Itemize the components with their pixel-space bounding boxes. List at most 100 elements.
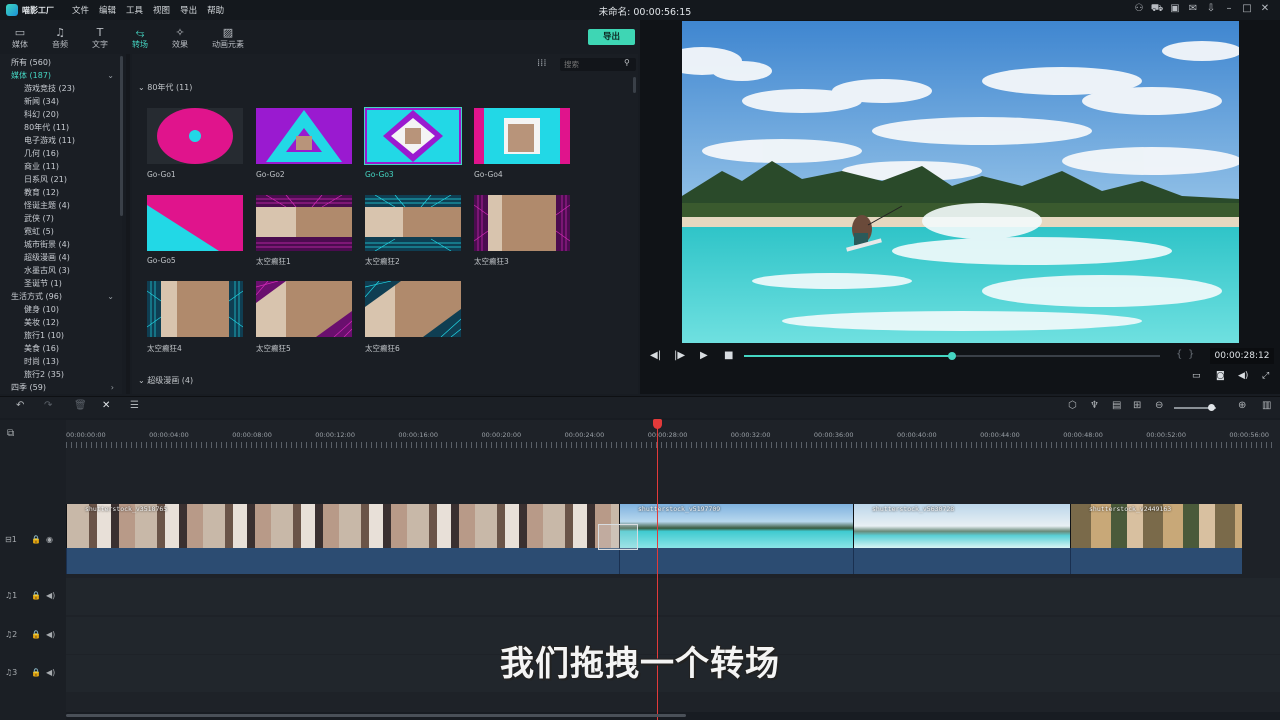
category-item[interactable]: 教育 (12) (0, 186, 122, 199)
grid-view-icon[interactable]: ⁞⁞⁞ (537, 58, 547, 69)
timeline-grid-icon[interactable]: ▥ (1262, 400, 1271, 411)
section-header-80s[interactable]: ⌄ 80年代 (11) (138, 82, 192, 93)
video-preview[interactable] (682, 21, 1239, 343)
video-clip[interactable]: shutterstock_v5197709 (619, 504, 853, 548)
category-item[interactable]: 80年代 (11) (0, 121, 122, 134)
zoom-handle[interactable] (1208, 404, 1215, 411)
microphone-icon[interactable]: ♆ (1090, 400, 1099, 411)
category-item[interactable]: 商业 (11) (0, 160, 122, 173)
category-item[interactable]: 旅行1 (10) (0, 329, 122, 342)
category-scrollbar[interactable] (120, 56, 123, 216)
transition-thumb-space4[interactable] (147, 281, 243, 337)
category-item[interactable]: 圣诞节 (1) (0, 277, 122, 290)
category-item[interactable]: 霓虹 (5) (0, 225, 122, 238)
mixer-icon[interactable]: ▤ (1112, 400, 1121, 411)
category-item[interactable]: 怪诞主题 (4) (0, 199, 122, 212)
category-item[interactable]: 美妆 (12) (0, 316, 122, 329)
tab-elements[interactable]: ▨ 动画元素 (200, 22, 256, 50)
category-item[interactable]: 武侠 (7) (0, 212, 122, 225)
category-item[interactable]: 健身 (10) (0, 303, 122, 316)
clip-audio-strip[interactable] (1070, 548, 1242, 574)
export-button[interactable]: 导出 (588, 29, 635, 45)
menu-tools[interactable]: 工具 (126, 4, 143, 16)
transition-thumb-gogo4[interactable] (474, 108, 570, 164)
lock-icon[interactable]: 🔒 (31, 591, 41, 600)
category-item[interactable]: 所有 (560) (0, 56, 122, 69)
add-track-icon[interactable]: ⧉ (7, 428, 14, 439)
video-clip[interactable]: shutterstock_v3518765 (66, 504, 619, 548)
category-item[interactable]: 电子游戏 (11) (0, 134, 122, 147)
close-icon[interactable]: ✕ (1256, 3, 1274, 16)
search-input[interactable] (560, 58, 624, 71)
category-item[interactable]: 游戏竞技 (23) (0, 82, 122, 95)
menu-file[interactable]: 文件 (72, 4, 89, 16)
category-item[interactable]: 超级漫画 (4) (0, 251, 122, 264)
category-item[interactable]: 媒体 (187) ⌄ (0, 69, 122, 82)
transition-thumb-space6[interactable] (365, 281, 461, 337)
playhead-handle[interactable] (653, 419, 662, 429)
minimize-icon[interactable]: – (1220, 3, 1238, 16)
tab-text[interactable]: T 文字 (80, 22, 120, 50)
redo-icon[interactable]: ↷ (44, 400, 52, 411)
category-item[interactable]: 日系风 (21) (0, 173, 122, 186)
transition-thumb-space5[interactable] (256, 281, 352, 337)
chevron-down-icon[interactable]: ⌄ (107, 69, 114, 82)
eye-icon[interactable]: ◉ (46, 535, 53, 544)
menu-view[interactable]: 视图 (153, 4, 170, 16)
stop-icon[interactable]: ■ (724, 350, 733, 361)
marker-icon[interactable]: ⬡ (1068, 400, 1077, 411)
maximize-icon[interactable]: □ (1238, 3, 1256, 16)
clip-audio-strip[interactable] (619, 548, 853, 574)
section-header-comic[interactable]: ⌄ 超级漫画 (4) (138, 375, 193, 386)
video-clip[interactable]: shutterstock_v2449163 (1070, 504, 1242, 548)
tab-audio[interactable]: ♫ 音频 (40, 22, 80, 50)
cut-icon[interactable]: ✕ (102, 400, 110, 411)
category-item[interactable]: 生活方式 (96) ⌄ (0, 290, 122, 303)
render-preview-icon[interactable]: ▭ (1192, 371, 1201, 381)
category-item[interactable]: 新闻 (34) (0, 95, 122, 108)
gift-icon[interactable]: ▣ (1166, 3, 1184, 16)
lock-icon[interactable]: 🔒 (31, 630, 41, 639)
category-item[interactable]: 美食 (16) (0, 342, 122, 355)
download-icon[interactable]: ⇩ (1202, 3, 1220, 16)
content-scrollbar[interactable] (633, 77, 636, 93)
menu-edit[interactable]: 编辑 (99, 4, 116, 16)
speaker-icon[interactable]: ◀) (46, 630, 55, 639)
cart-icon[interactable]: ⛟ (1148, 3, 1166, 16)
chevron-right-icon[interactable]: › (111, 381, 114, 394)
clip-audio-strip[interactable] (853, 548, 1070, 574)
transition-thumb-space2[interactable] (365, 195, 461, 251)
transition-thumb-gogo2[interactable] (256, 108, 352, 164)
play-icon[interactable]: ▶ (700, 350, 708, 361)
volume-icon[interactable]: ◀) (1238, 371, 1248, 381)
category-item[interactable]: 时尚 (13) (0, 355, 122, 368)
tab-effects[interactable]: ✧ 效果 (160, 22, 200, 50)
speaker-icon[interactable]: ◀) (46, 591, 55, 600)
category-item[interactable]: 旅行2 (35) (0, 368, 122, 381)
fullscreen-icon[interactable]: ⤢ (1262, 371, 1269, 381)
progress-handle[interactable] (948, 352, 956, 360)
chevron-down-icon[interactable]: ⌄ (107, 290, 114, 303)
lock-icon[interactable]: 🔒 (31, 535, 41, 544)
zoom-in-icon[interactable]: ⊕ (1238, 400, 1246, 411)
mail-icon[interactable]: ✉ (1184, 3, 1202, 16)
transition-thumb-gogo3[interactable] (364, 107, 462, 165)
menu-export[interactable]: 导出 (180, 4, 197, 16)
undo-icon[interactable]: ↶ (16, 400, 24, 411)
category-item[interactable]: 水墨古风 (3) (0, 264, 122, 277)
snapshot-icon[interactable]: ◙ (1216, 371, 1225, 381)
category-item[interactable]: 几何 (16) (0, 147, 122, 160)
menu-help[interactable]: 帮助 (207, 4, 224, 16)
delete-icon[interactable]: 🗑 (74, 400, 87, 411)
split-screen-icon[interactable]: ⊞ (1133, 400, 1141, 411)
transition-thumb-space3[interactable] (474, 195, 570, 251)
step-back-icon[interactable]: ◀| (650, 350, 661, 361)
transition-thumb-space1[interactable] (256, 195, 352, 251)
tab-transitions[interactable]: ⥃ 转场 (120, 22, 160, 50)
search-icon[interactable]: ⚲ (624, 58, 630, 67)
category-item[interactable]: 科幻 (20) (0, 108, 122, 121)
panel-divider[interactable] (126, 54, 130, 394)
clip-audio-strip[interactable] (66, 548, 619, 574)
transition-thumb-gogo1[interactable] (147, 108, 243, 164)
timeline-scrollbar[interactable] (66, 714, 686, 717)
